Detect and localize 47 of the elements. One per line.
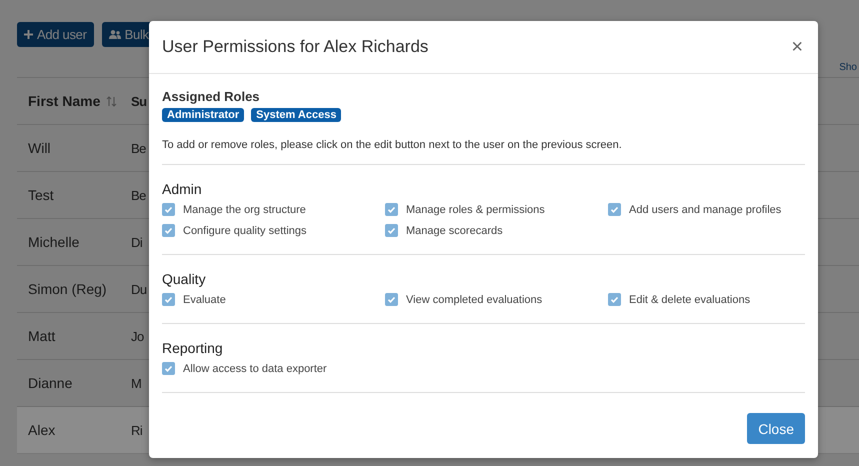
table-cell-text: Michelle [27, 234, 80, 250]
permission-label: Allow access to data exporter [183, 362, 327, 374]
checkbox[interactable] [162, 224, 175, 237]
table-cell-text: Dianne [27, 375, 74, 391]
permission-label: View completed evaluations [406, 294, 542, 306]
table-cell-text: Matt [27, 328, 56, 344]
role-badge: Administrator [162, 108, 244, 122]
section-heading: Reporting [162, 340, 224, 356]
checkbox[interactable] [608, 293, 621, 306]
plus-icon [24, 30, 33, 39]
role-badge: System Access [251, 108, 342, 122]
column-header[interactable]: Su [131, 94, 147, 108]
users-icon [108, 30, 121, 39]
checkbox[interactable] [608, 203, 621, 216]
table-cell-text: Simon (Reg) [27, 281, 108, 297]
add-user-button[interactable]: Add user [17, 22, 94, 47]
permission-label: Add users and manage profiles [629, 204, 782, 216]
permission-label: Manage roles & permissions [406, 204, 545, 216]
permission-label: Manage scorecards [406, 224, 503, 236]
table-cell: Be [131, 188, 146, 202]
checkbox[interactable] [162, 362, 175, 375]
permission-label: Edit & delete evaluations [629, 294, 750, 306]
permission-label: Evaluate [183, 294, 226, 306]
checkbox[interactable] [385, 224, 398, 237]
section-heading: Quality [162, 271, 207, 287]
section-heading: Admin [162, 181, 203, 197]
table-cell-text: Test [27, 187, 55, 203]
checkbox[interactable] [385, 293, 398, 306]
table-cell-text: Alex [27, 422, 56, 438]
table-cell: Be [131, 140, 146, 156]
close-button[interactable]: Close [747, 413, 805, 444]
roles-note: To add or remove roles, please click on the edit button next to the user on the previous screen. [162, 139, 623, 151]
table-cell: M [131, 376, 142, 390]
table-cell: Jo [131, 328, 144, 344]
permission-label: Configure quality settings [183, 224, 307, 236]
checkbox[interactable] [162, 293, 175, 306]
table-cell: Ri [131, 422, 142, 438]
show-link[interactable]: Sho [839, 62, 857, 73]
table-cell: Di [131, 234, 142, 250]
table-cell-text: Will [27, 140, 52, 156]
section-heading: Assigned Roles [162, 89, 261, 104]
table-cell: Du [131, 282, 147, 296]
sort-icon [106, 96, 118, 106]
permission-label: Manage the org structure [183, 204, 306, 216]
column-header[interactable]: First Name [28, 93, 100, 109]
checkbox[interactable] [385, 203, 398, 216]
checkbox[interactable] [162, 203, 175, 216]
